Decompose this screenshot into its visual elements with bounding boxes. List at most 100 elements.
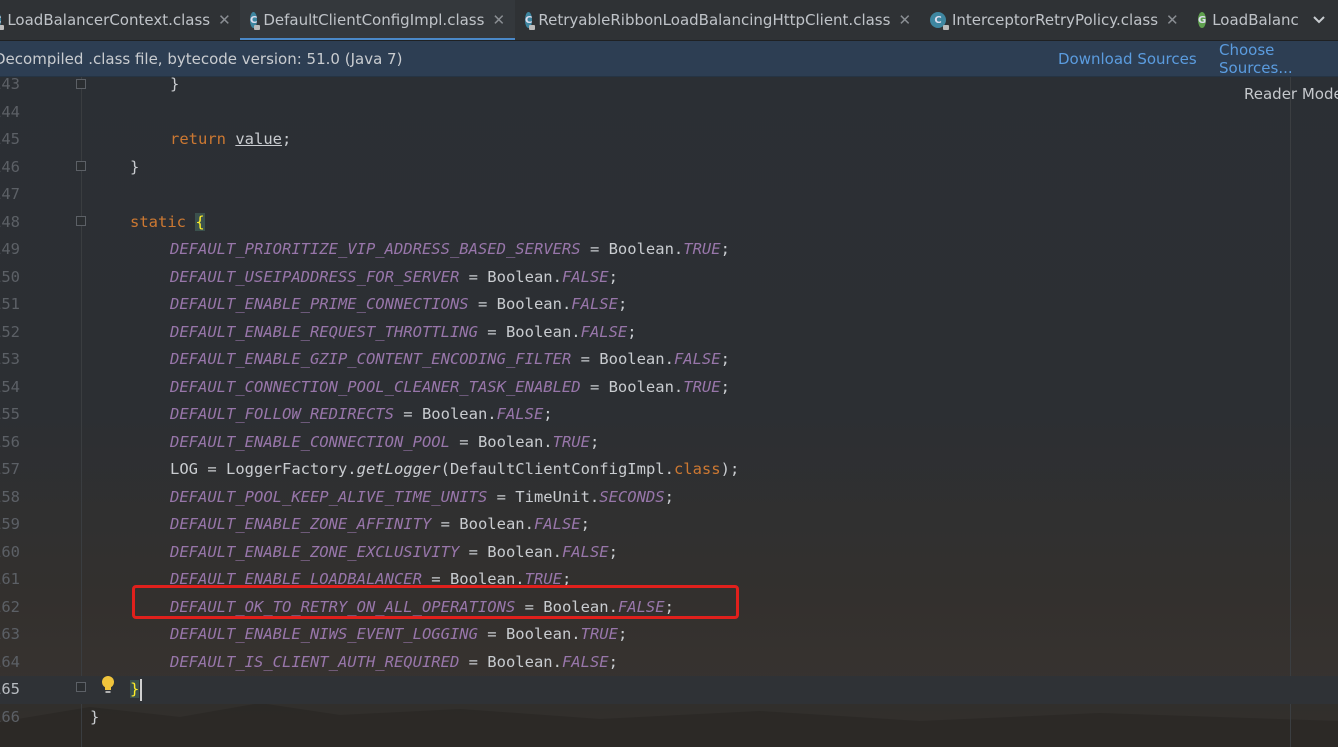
class-icon: C	[0, 12, 5, 30]
code-line[interactable]: 158 DEFAULT_POOL_KEEP_ALIVE_TIME_UNITS = …	[0, 484, 1338, 512]
assignment-token: = TimeUnit.	[487, 487, 600, 506]
fold-marker[interactable]	[76, 682, 86, 692]
constant-token: DEFAULT_POOL_KEEP_ALIVE_TIME_UNITS	[170, 487, 488, 506]
text-caret	[140, 678, 143, 701]
ide-window: C LoadBalancerContext.class ✕ C DefaultC…	[0, 0, 1338, 747]
code-line[interactable]: 161 DEFAULT_ENABLE_LOADBALANCER = Boolean…	[0, 566, 1338, 594]
tab-label: LoadBalanc	[1212, 11, 1299, 29]
tab-loadbalancercontext[interactable]: C LoadBalancerContext.class ✕	[0, 0, 240, 40]
constant-token: DEFAULT_ENABLE_REQUEST_THROTTLING	[170, 322, 478, 341]
code-token: LOG = LoggerFactory.	[170, 460, 357, 478]
code-text: DEFAULT_PRIORITIZE_VIP_ADDRESS_BASED_SER…	[170, 236, 730, 264]
chevron-down-icon[interactable]	[1300, 0, 1338, 40]
assignment-token: = Boolean.	[459, 267, 562, 286]
code-text: DEFAULT_ENABLE_ZONE_AFFINITY = Boolean.F…	[170, 511, 590, 539]
close-icon[interactable]: ✕	[1166, 11, 1179, 29]
punctuation-token: ;	[664, 487, 674, 506]
tab-defaultclientconfigimpl[interactable]: C DefaultClientConfigImpl.class ✕	[240, 0, 515, 40]
fold-marker[interactable]	[76, 216, 86, 226]
fold-marker[interactable]	[76, 79, 86, 89]
code-line[interactable]: 148 static {	[0, 209, 1338, 237]
code-line[interactable]: 150 DEFAULT_USEIPADDRESS_FOR_SERVER = Boo…	[0, 264, 1338, 292]
fold-marker[interactable]	[76, 161, 86, 171]
code-text: DEFAULT_CONNECTION_POOL_CLEANER_TASK_ENA…	[170, 374, 730, 402]
value-token: TRUE	[683, 377, 721, 396]
code-line[interactable]: 154 DEFAULT_CONNECTION_POOL_CLEANER_TASK_…	[0, 374, 1338, 402]
value-token: SECONDS	[599, 487, 665, 506]
value-token: FALSE	[673, 350, 721, 368]
line-number: 152	[0, 322, 20, 341]
code-line[interactable]: 159 DEFAULT_ENABLE_ZONE_AFFINITY = Boolea…	[0, 511, 1338, 539]
close-icon[interactable]: ✕	[218, 11, 231, 29]
code-line[interactable]: 152 DEFAULT_ENABLE_REQUEST_THROTTLING = B…	[0, 319, 1338, 347]
value-token: FALSE	[617, 597, 665, 616]
assignment-token: = Boolean.	[459, 652, 562, 671]
code-line[interactable]: 165}	[0, 676, 1338, 704]
code-line[interactable]: 156 DEFAULT_ENABLE_CONNECTION_POOL = Bool…	[0, 429, 1338, 457]
code-text: }	[130, 676, 143, 704]
code-line[interactable]: 163 DEFAULT_ENABLE_NIWS_EVENT_LOGGING = B…	[0, 621, 1338, 649]
line-number: 161	[0, 570, 20, 588]
punctuation-token: );	[720, 460, 740, 478]
code-line[interactable]: 149 DEFAULT_PRIORITIZE_VIP_ADDRESS_BASED_…	[0, 236, 1338, 264]
code-line[interactable]: 145 return value;	[0, 126, 1338, 154]
assignment-token: = Boolean.	[515, 597, 618, 616]
code-line[interactable]: 157 LOG = LoggerFactory.getLogger(Default…	[0, 456, 1338, 484]
class-icon: C	[525, 12, 536, 30]
code-line[interactable]: 144	[0, 99, 1338, 127]
code-line[interactable]: 147	[0, 181, 1338, 209]
tab-label: InterceptorRetryPolicy.class	[952, 11, 1159, 29]
constant-token: DEFAULT_PRIORITIZE_VIP_ADDRESS_BASED_SER…	[170, 240, 581, 258]
code-line[interactable]: 160 DEFAULT_ENABLE_ZONE_EXCLUSIVITY = Boo…	[0, 539, 1338, 567]
code-line[interactable]: 143}	[0, 71, 1338, 99]
punctuation-token: ;	[589, 432, 600, 451]
tab-retryableribbonloadbalancinghttpclient[interactable]: C RetryableRibbonLoadBalancingHttpClient…	[515, 0, 920, 40]
punctuation-token: ;	[608, 652, 618, 671]
code-text: DEFAULT_FOLLOW_REDIRECTS = Boolean.FALSE…	[170, 401, 553, 429]
assignment-token: = Boolean.	[477, 322, 581, 341]
line-number: 155	[0, 405, 20, 423]
tab-interceptorretrypolicy[interactable]: C InterceptorRetryPolicy.class ✕	[920, 0, 1190, 40]
code-line[interactable]: 146}	[0, 154, 1338, 182]
punctuation-token: ;	[720, 240, 730, 258]
punctuation-token: ;	[617, 625, 628, 643]
punctuation-token: ;	[720, 350, 730, 368]
tab-loadbalanc[interactable]: G LoadBalanc	[1190, 0, 1300, 40]
line-number: 148	[0, 212, 20, 231]
close-icon[interactable]: ✕	[492, 11, 505, 29]
download-sources-link[interactable]: Download Sources	[1058, 50, 1197, 68]
constant-token: DEFAULT_ENABLE_PRIME_CONNECTIONS	[170, 295, 469, 313]
line-number: 147	[0, 185, 20, 203]
code-editor[interactable]: Reader Mode 143}144145return value;146}1…	[0, 75, 1338, 747]
matching-brace: }	[130, 680, 140, 698]
code-line[interactable]: 166}	[0, 704, 1338, 732]
code-line[interactable]: 153 DEFAULT_ENABLE_GZIP_CONTENT_ENCODING_…	[0, 346, 1338, 374]
editor-tab-bar: C LoadBalancerContext.class ✕ C DefaultC…	[0, 0, 1338, 41]
code-line[interactable]: 164 DEFAULT_IS_CLIENT_AUTH_REQUIRED = Boo…	[0, 649, 1338, 677]
code-text: return value;	[170, 126, 291, 154]
tab-label: LoadBalancerContext.class	[7, 11, 211, 29]
close-icon[interactable]: ✕	[898, 11, 911, 29]
constant-token: DEFAULT_USEIPADDRESS_FOR_SERVER	[170, 267, 460, 286]
keyword-token: return	[170, 130, 226, 148]
lightbulb-icon[interactable]	[100, 675, 116, 695]
code-text: }	[170, 71, 179, 99]
value-token: FALSE	[561, 267, 609, 286]
code-text: DEFAULT_ENABLE_REQUEST_THROTTLING = Bool…	[170, 319, 637, 347]
code-line[interactable]: 151 DEFAULT_ENABLE_PRIME_CONNECTIONS = Bo…	[0, 291, 1338, 319]
code-line[interactable]: 155 DEFAULT_FOLLOW_REDIRECTS = Boolean.FA…	[0, 401, 1338, 429]
line-number: 164	[0, 652, 20, 671]
assignment-token: = Boolean.	[477, 625, 581, 643]
code-line[interactable]: 162 DEFAULT_OK_TO_RETRY_ON_ALL_OPERATIONS…	[0, 594, 1338, 622]
assignment-token: = Boolean.	[580, 240, 684, 258]
value-token: FALSE	[580, 322, 628, 341]
line-number: 151	[0, 295, 20, 313]
constant-token: DEFAULT_OK_TO_RETRY_ON_ALL_OPERATIONS	[170, 597, 516, 616]
banner-text: Decompiled .class file, bytecode version…	[0, 49, 403, 68]
code-text: DEFAULT_ENABLE_CONNECTION_POOL = Boolean…	[170, 429, 599, 457]
punctuation-token: ;	[608, 542, 618, 561]
code-text: static {	[130, 209, 205, 237]
constant-token: DEFAULT_CONNECTION_POOL_CLEANER_TASK_ENA…	[170, 377, 581, 396]
assignment-token: = Boolean.	[431, 515, 534, 533]
constant-token: DEFAULT_ENABLE_ZONE_AFFINITY	[170, 515, 432, 533]
